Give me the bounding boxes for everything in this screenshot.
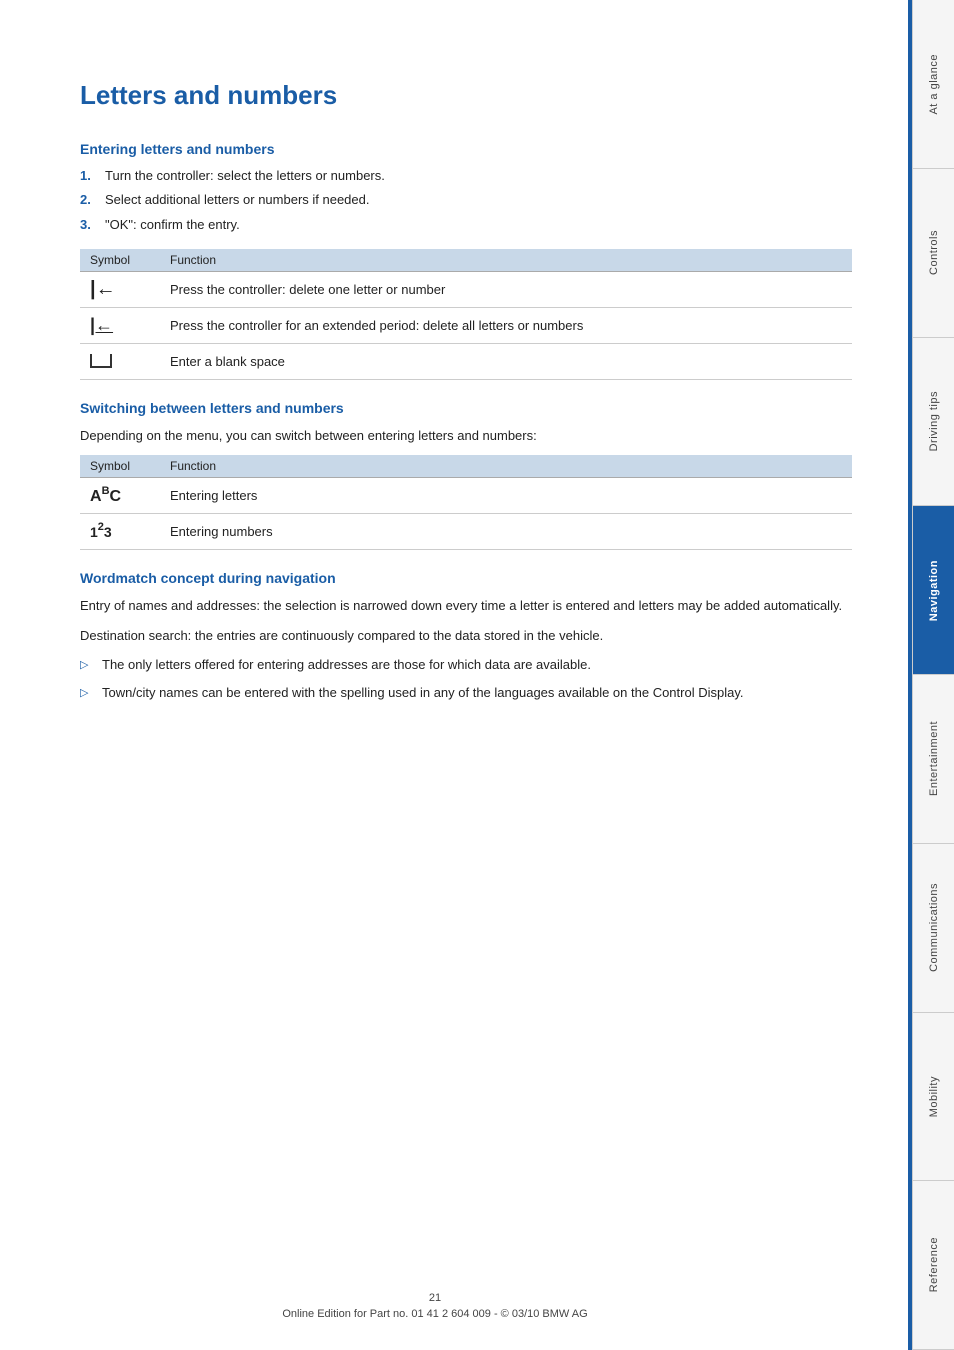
symbol-table-2: Symbol Function ABC Entering letters 123… [80,455,852,550]
section3-heading: Wordmatch concept during navigation [80,570,852,586]
function-cell: Press the controller for an extended per… [160,307,852,343]
step-text-2: Select additional letters or numbers if … [105,191,370,209]
col-symbol-2: Symbol [80,455,160,478]
abc-icon: ABC [90,485,121,505]
section3-body1: Entry of names and addresses: the select… [80,596,852,616]
symbol-cell [80,343,160,379]
sidebar: At a glance Controls Driving tips Naviga… [912,0,954,1350]
step-num-1: 1. [80,167,100,185]
sidebar-label-entertainment: Entertainment [928,721,940,796]
sidebar-tab-at-a-glance[interactable]: At a glance [913,0,954,169]
bullet-text-2: Town/city names can be entered with the … [102,683,743,703]
sidebar-tab-reference[interactable]: Reference [913,1181,954,1350]
sidebar-label-communications: Communications [928,883,940,972]
table-row: |← Press the controller for an extended … [80,307,852,343]
page-footer: 21 Online Edition for Part no. 01 41 2 6… [0,1292,870,1320]
bullet-item-2: ▷ Town/city names can be entered with th… [80,683,852,703]
footer-text: Online Edition for Part no. 01 41 2 604 … [282,1308,587,1320]
delete-all-icon: |← [90,315,113,335]
step-2: 2. Select additional letters or numbers … [80,191,852,209]
function-cell: Entering letters [160,478,852,514]
function-cell: Enter a blank space [160,343,852,379]
sidebar-tab-mobility[interactable]: Mobility [913,1013,954,1182]
col-function-2: Function [160,455,852,478]
step-text-1: Turn the controller: select the letters … [105,167,385,185]
space-icon [90,354,112,368]
sidebar-tab-communications[interactable]: Communications [913,844,954,1013]
bullet-list: ▷ The only letters offered for entering … [80,655,852,702]
table-row: ABC Entering letters [80,478,852,514]
numbers-icon: 123 [90,521,112,541]
sidebar-label-mobility: Mobility [928,1076,940,1117]
step-num-2: 2. [80,191,100,209]
sidebar-tab-navigation[interactable]: Navigation [913,506,954,675]
section1-heading: Entering letters and numbers [80,141,852,157]
symbol-cell: 123 [80,514,160,550]
sidebar-tab-entertainment[interactable]: Entertainment [913,675,954,844]
section2-body: Depending on the menu, you can switch be… [80,426,852,446]
sidebar-tab-driving-tips[interactable]: Driving tips [913,338,954,507]
steps-list: 1. Turn the controller: select the lette… [80,167,852,234]
function-cell: Press the controller: delete one letter … [160,271,852,307]
page-wrapper: Letters and numbers Entering letters and… [0,0,954,1350]
table-row: |← Press the controller: delete one lett… [80,271,852,307]
accent-line [908,0,912,1350]
triangle-icon-2: ▷ [80,683,94,703]
delete-single-icon: |← [90,278,116,300]
sidebar-label-navigation: Navigation [928,560,940,621]
col-symbol-1: Symbol [80,249,160,272]
page-title: Letters and numbers [80,80,852,111]
table-row: 123 Entering numbers [80,514,852,550]
sidebar-label-controls: Controls [928,230,940,275]
symbol-table-1: Symbol Function |← Press the controller:… [80,249,852,380]
symbol-cell: |← [80,271,160,307]
sidebar-label-reference: Reference [928,1237,940,1292]
table-row: Enter a blank space [80,343,852,379]
symbol-cell: |← [80,307,160,343]
section3-body2: Destination search: the entries are cont… [80,626,852,646]
symbol-cell: ABC [80,478,160,514]
bullet-item-1: ▷ The only letters offered for entering … [80,655,852,675]
step-1: 1. Turn the controller: select the lette… [80,167,852,185]
step-3: 3. "OK": confirm the entry. [80,216,852,234]
bullet-text-1: The only letters offered for entering ad… [102,655,591,675]
step-text-3: "OK": confirm the entry. [105,216,240,234]
main-content: Letters and numbers Entering letters and… [0,0,912,1350]
sidebar-label-driving-tips: Driving tips [928,391,940,451]
function-cell: Entering numbers [160,514,852,550]
section2-heading: Switching between letters and numbers [80,400,852,416]
sidebar-label-at-a-glance: At a glance [928,54,940,115]
page-number: 21 [0,1292,870,1304]
triangle-icon-1: ▷ [80,655,94,675]
step-num-3: 3. [80,216,100,234]
col-function-1: Function [160,249,852,272]
sidebar-tab-controls[interactable]: Controls [913,169,954,338]
